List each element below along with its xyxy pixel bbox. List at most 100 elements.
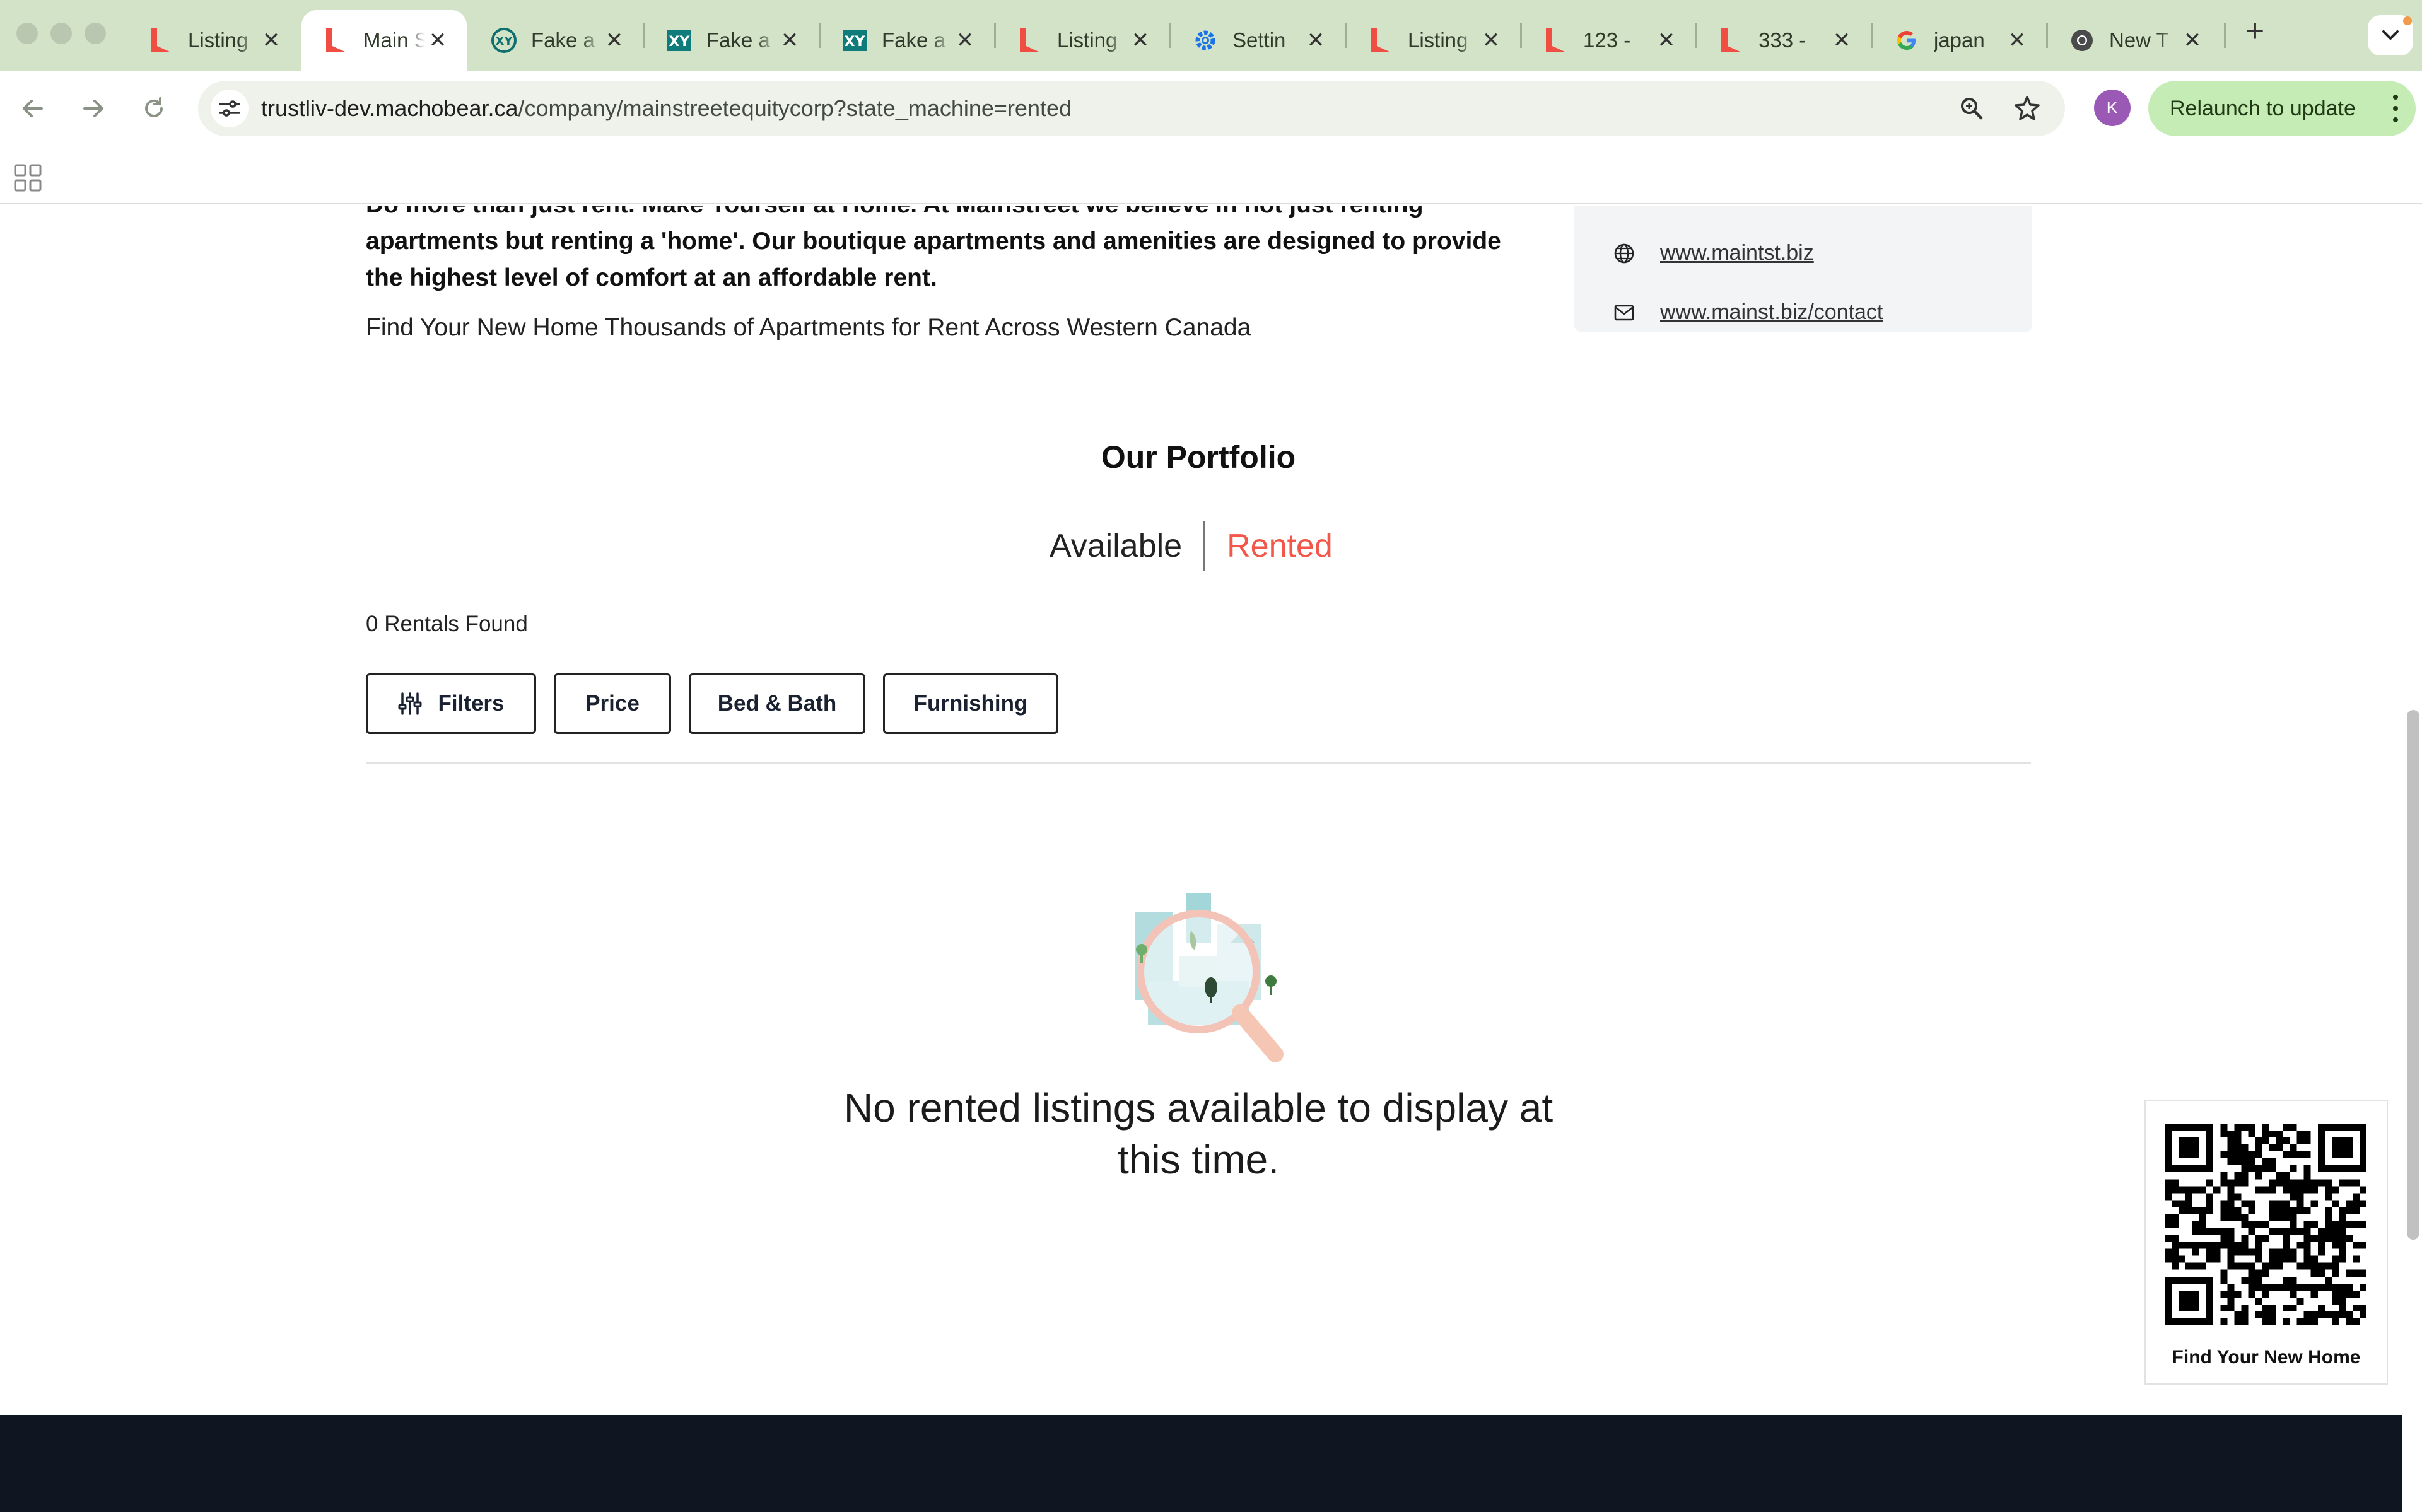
svg-text:XY: XY [845,34,866,50]
tab-separator [1520,23,1522,48]
tab-separator [1345,23,1347,48]
mail-icon [1613,302,1635,323]
close-icon[interactable]: ✕ [1478,28,1504,53]
close-icon[interactable]: ✕ [952,28,978,53]
browser-tab[interactable]: Listing ✕ [995,10,1169,71]
forward-button[interactable] [73,88,114,129]
xy-square-logo-icon: XY [841,27,868,54]
filters-label: Filters [438,691,505,716]
browser-tab[interactable]: XY Fake a ✕ [645,10,819,71]
page-footer [0,1415,2402,1512]
tab-rented[interactable]: Rented [1227,527,1333,565]
bed-bath-label: Bed & Bath [717,691,837,716]
machobear-logo-icon [1017,27,1043,54]
relaunch-label: Relaunch to update [2170,96,2356,120]
page-content: Do more than just rent. Make Yourself at… [0,206,2422,1512]
url-text[interactable]: trustliv-dev.machobear.ca/company/mainst… [261,81,1072,136]
tab-title: Listing [188,28,249,52]
tab-title: 333 - [1758,28,1806,52]
browser-toolbar: trustliv-dev.machobear.ca/company/mainst… [0,71,2422,146]
qr-label: Find Your New Home [2172,1347,2361,1368]
machobear-logo-icon [148,27,174,54]
furnishing-button[interactable]: Furnishing [883,673,1058,734]
window-close-button[interactable] [16,23,38,44]
apps-grid-icon[interactable] [14,164,42,192]
browser-tab[interactable]: Listing ✕ [1346,10,1520,71]
new-tab-button[interactable]: + [2238,13,2272,49]
browser-tab[interactable]: XY Fake a ✕ [820,10,994,71]
tab-title: New T [2109,28,2169,52]
xy-square-logo-icon: XY [666,27,693,54]
browser-tab[interactable]: japan ✕ [1872,10,2046,71]
browser-tab[interactable]: 333 - ✕ [1697,10,1871,71]
tab-separator [1169,23,1171,48]
bookmark-star-button[interactable] [2008,90,2046,127]
tab-title: japan [1934,28,1985,52]
tab-separator [994,23,996,48]
gear-icon [1192,27,1219,54]
tab-title: Fake a [531,28,595,52]
tab-search-button[interactable] [2368,15,2413,55]
company-tagline: Find Your New Home Thousands of Apartmen… [366,314,1251,341]
relaunch-button[interactable]: Relaunch to update [2148,81,2416,136]
machobear-logo-icon [1718,27,1745,54]
close-icon[interactable]: ✕ [602,28,627,53]
close-icon[interactable]: ✕ [259,28,284,53]
browser-tab-active[interactable]: Main S ✕ [301,10,467,71]
tab-available[interactable]: Available [1050,527,1182,565]
reload-button[interactable] [134,88,174,129]
scrollbar-thumb[interactable] [2407,710,2419,1240]
machobear-logo-icon [323,27,349,54]
filter-bar: Filters Price Bed & Bath Furnishing [366,673,1076,734]
address-bar[interactable]: trustliv-dev.machobear.ca/company/mainst… [198,81,2065,136]
tab-separator [2224,23,2226,48]
close-icon[interactable]: ✕ [777,28,802,53]
tab-strip: Listing ✕ Main S ✕ XY Fake a ✕ XY Fake a… [0,0,2422,71]
tab-title: Fake a [706,28,770,52]
machobear-logo-icon [1543,27,1569,54]
profile-avatar[interactable]: K [2094,90,2131,126]
browser-tab[interactable]: 123 - ✕ [1521,10,1695,71]
contact-link[interactable]: www.mainst.biz/contact [1660,300,1883,325]
portfolio-title: Our Portfolio [1101,439,1296,475]
svg-text:XY: XY [496,35,513,48]
window-minimize-button[interactable] [50,23,72,44]
close-icon[interactable]: ✕ [1654,28,1679,53]
url-path: /company/mainstreetequitycorp?state_mach… [518,95,1072,121]
browser-tab[interactable]: Listing ✕ [126,10,300,71]
close-icon[interactable]: ✕ [1829,28,1854,53]
tab-separator [643,23,645,48]
tab-title: 123 - [1583,28,1631,52]
chrome-logo-icon [2069,27,2095,54]
back-button[interactable] [13,88,53,129]
window-zoom-button[interactable] [85,23,106,44]
xy-circle-logo-icon: XY [491,27,517,54]
tab-separator [1871,23,1873,48]
close-icon[interactable]: ✕ [1303,28,1328,53]
company-about: Do more than just rent. Make Yourself at… [366,206,1501,291]
close-icon[interactable]: ✕ [1128,28,1153,53]
chevron-down-icon [2382,30,2399,40]
google-logo-icon [1893,27,1920,54]
bed-bath-button[interactable]: Bed & Bath [689,673,865,734]
close-icon[interactable]: ✕ [2004,28,2030,53]
svg-text:XY: XY [669,34,691,50]
zoom-button[interactable] [1953,90,1991,127]
site-info-button[interactable] [211,90,249,127]
rentals-count: 0 Rentals Found [366,612,528,636]
website-link[interactable]: www.maintst.biz [1660,241,1814,265]
empty-state-message: No rented listings available to display … [843,1085,1553,1182]
browser-tab[interactable]: Settin ✕ [1171,10,1345,71]
close-icon[interactable]: ✕ [2180,28,2205,53]
tab-title: Listing [1408,28,1468,52]
machobear-logo-icon [1367,27,1394,54]
arrow-right-icon [83,100,103,117]
price-button[interactable]: Price [554,673,671,734]
close-icon[interactable]: ✕ [425,28,450,53]
browser-tab[interactable]: XY Fake a ✕ [469,10,643,71]
contact-card: www.maintst.biz www.mainst.biz/contact [1574,206,2032,332]
qr-card[interactable]: Find Your New Home [2144,1100,2388,1385]
filters-button[interactable]: Filters [366,673,536,734]
browser-tab[interactable]: New T ✕ [2047,10,2221,71]
tab-title: Settin [1232,28,1286,52]
